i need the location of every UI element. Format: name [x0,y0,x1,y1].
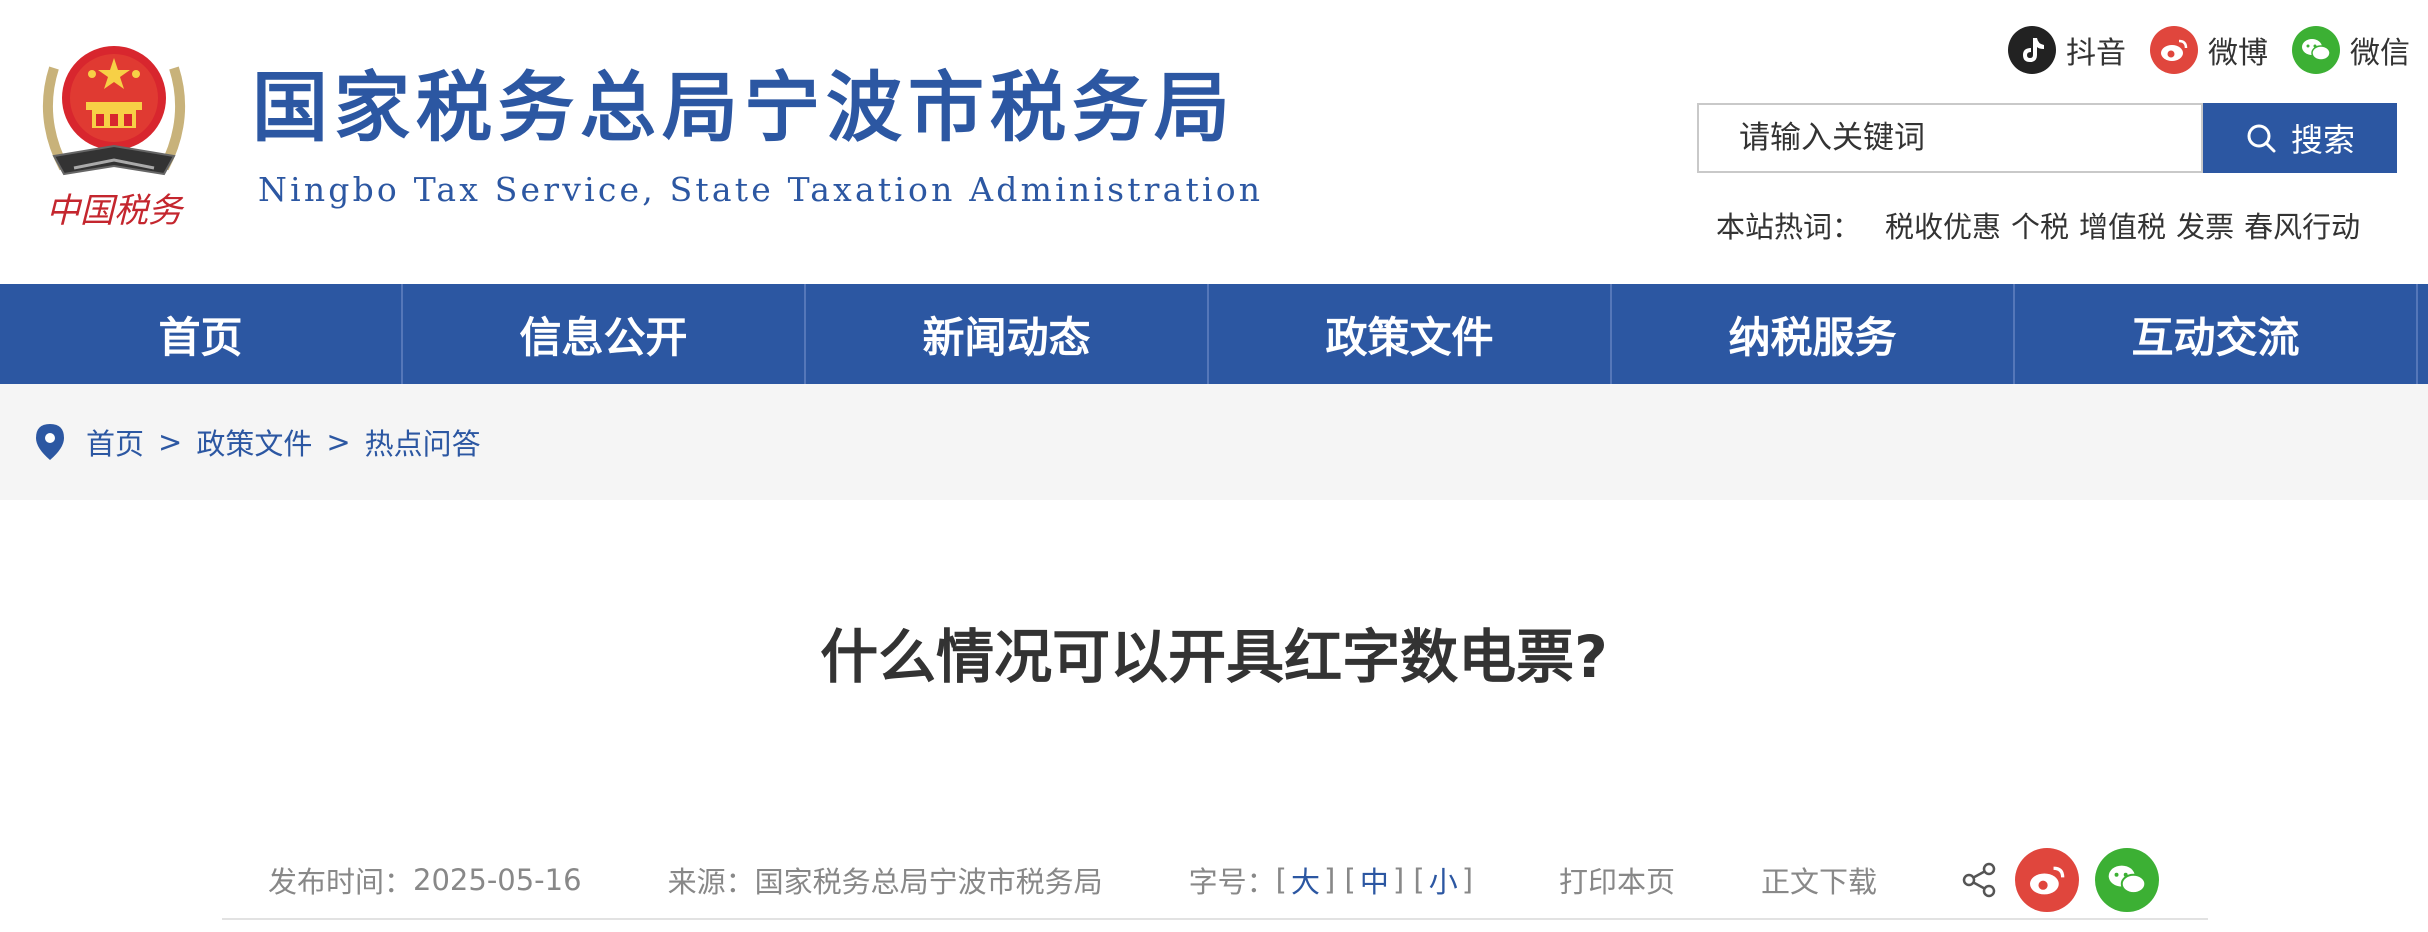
breadcrumb-separator: > [158,425,183,459]
nav-item-tax-service[interactable]: 纳税服务 [1612,284,2015,384]
hot-keyword[interactable]: 发票 [2176,204,2234,246]
search-button-label: 搜索 [2290,121,2355,159]
social-link-douyin[interactable]: 抖音 [2008,26,2126,74]
social-link-weibo[interactable]: 微博 [2150,26,2268,74]
location-pin-icon [36,424,64,460]
article-meta: 发布时间： 2025-05-16 来源： 国家税务总局宁波市税务局 字号： [ … [268,848,2160,912]
site-header: 中国税务 国家税务总局宁波市税务局 Ningbo Tax Service, St… [0,0,2428,284]
social-link-wechat[interactable]: 微信 [2292,26,2410,74]
breadcrumb-home[interactable]: 首页 [86,421,144,463]
source: 国家税务总局宁波市税务局 [754,865,1103,899]
nav-item-interaction[interactable]: 互动交流 [2015,284,2418,384]
hot-keyword[interactable]: 个税 [2011,204,2069,246]
breadcrumb: 首页 > 政策文件 > 热点问答 [0,384,2428,500]
share-icon[interactable] [1961,861,1999,899]
social-label-weibo: 微博 [2208,36,2268,71]
print-page-link[interactable]: 打印本页 [1559,859,1675,901]
nav-item-info-disclosure[interactable]: 信息公开 [403,284,806,384]
social-label-wechat: 微信 [2350,36,2410,71]
font-size-small-button[interactable]: 小 [1425,859,1462,901]
publish-date: 2025-05-16 [413,863,582,897]
article-title: 什么情况可以开具红字数电票? [820,623,1608,691]
wechat-icon [2108,865,2147,895]
source-label: 来源： [667,865,755,899]
hot-keyword[interactable]: 春风行动 [2244,204,2360,246]
hot-keywords-label: 本站热词： [1716,210,1862,244]
meta-divider [222,918,2208,920]
bracket: ] [ [1392,863,1425,897]
nav-item-news[interactable]: 新闻动态 [806,284,1209,384]
breadcrumb-separator: > [326,425,351,459]
breadcrumb-hot-qa[interactable]: 热点问答 [365,421,481,463]
hot-keywords: 本站热词： 税收优惠 个税 增值税 发票 春风行动 [1716,204,2360,246]
font-size-label: 字号： [1188,865,1276,899]
download-text-link[interactable]: 正文下载 [1761,859,1877,901]
search-button[interactable]: 搜索 [2203,103,2397,173]
social-label-douyin: 抖音 [2066,36,2126,71]
publish-date-label: 发布时间： [268,865,414,899]
font-size-large-button[interactable]: 大 [1287,859,1324,901]
hot-keyword[interactable]: 税收优惠 [1885,204,2001,246]
nav-item-policy[interactable]: 政策文件 [1209,284,1612,384]
breadcrumb-policy[interactable]: 政策文件 [196,421,312,463]
wechat-icon [2292,26,2340,74]
font-size-medium-button[interactable]: 中 [1356,859,1393,901]
search-input[interactable] [1697,103,2203,173]
share-weibo-button[interactable] [2015,848,2080,912]
site-subtitle: Ningbo Tax Service, State Taxation Admin… [258,170,1264,209]
main-nav: 首页 信息公开 新闻动态 政策文件 纳税服务 互动交流 [0,284,2428,384]
emblem-text: 中国税务 [46,191,185,231]
nav-item-home[interactable]: 首页 [0,284,403,384]
bracket: [ [1275,863,1287,897]
weibo-icon [2030,866,2065,895]
hot-keyword[interactable]: 增值税 [2079,204,2166,246]
share-wechat-button[interactable] [2095,848,2160,912]
site-title[interactable]: 国家税务总局宁波市税务局 [252,70,1236,146]
bracket: ] [1461,863,1474,897]
tiktok-icon [2008,26,2056,74]
bracket: ] [ [1323,863,1356,897]
national-emblem-logo[interactable]: 中国税务 [34,28,194,238]
search-icon [2247,124,2276,153]
weibo-icon [2150,26,2198,74]
